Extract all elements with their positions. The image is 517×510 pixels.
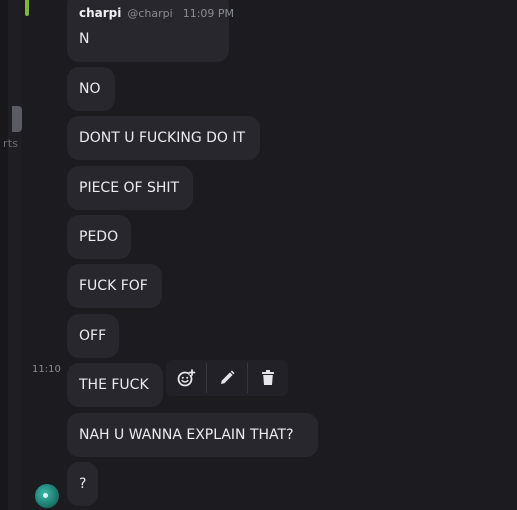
sidebar-partial-label: rts: [3, 137, 19, 150]
message-header: charpi @charpi 11:09 PM: [79, 6, 234, 24]
message-text: N: [79, 31, 90, 47]
delete-message-button[interactable]: [248, 360, 288, 396]
sidebar-shortcut-icon[interactable]: [12, 106, 22, 132]
message-bubble[interactable]: ?: [67, 462, 98, 506]
message-text: NAH U WANNA EXPLAIN THAT?: [79, 427, 294, 443]
avatar-detail: [43, 493, 48, 498]
message-text: NO: [79, 81, 101, 97]
server-rail: [0, 0, 8, 510]
channel-sidebar: [8, 0, 29, 510]
message-bubble[interactable]: PIECE OF SHIT: [67, 166, 193, 210]
message-bubble-first[interactable]: charpi @charpi 11:09 PM N: [67, 0, 234, 62]
message-bubble[interactable]: NO: [67, 67, 115, 111]
add-reaction-icon: [177, 369, 196, 387]
message-bubble[interactable]: NAH U WANNA EXPLAIN THAT?: [67, 413, 318, 457]
message-bubble[interactable]: DONT U FUCKING DO IT: [67, 116, 260, 160]
active-indicator: [25, 0, 29, 16]
message-text: PEDO: [79, 229, 119, 245]
message-text: ?: [79, 476, 87, 492]
message-bubble[interactable]: OFF: [67, 314, 119, 358]
message-text: DONT U FUCKING DO IT: [79, 130, 246, 146]
trash-icon: [262, 370, 274, 385]
message-text: PIECE OF SHIT: [79, 180, 180, 196]
author-name[interactable]: charpi: [79, 6, 121, 20]
message-bubble-hovered[interactable]: THE FUCK: [67, 363, 163, 407]
author-handle: @charpi: [127, 7, 173, 20]
message-action-bar: [166, 360, 288, 396]
chat-window: rts charpi @charpi 11:09 PM N NO DONT U …: [0, 0, 517, 510]
message-text: OFF: [79, 328, 107, 344]
pencil-icon: [221, 370, 235, 384]
avatar[interactable]: [35, 484, 59, 508]
message-bubble[interactable]: FUCK FOF: [67, 264, 162, 308]
message-text: THE FUCK: [79, 377, 149, 393]
message-text: FUCK FOF: [79, 278, 148, 294]
hover-timestamp: 11:10: [32, 364, 61, 375]
message-bubble[interactable]: PEDO: [67, 215, 131, 259]
add-reaction-button[interactable]: [166, 360, 206, 396]
edit-message-button[interactable]: [207, 360, 247, 396]
message-time: 11:09 PM: [182, 7, 235, 20]
